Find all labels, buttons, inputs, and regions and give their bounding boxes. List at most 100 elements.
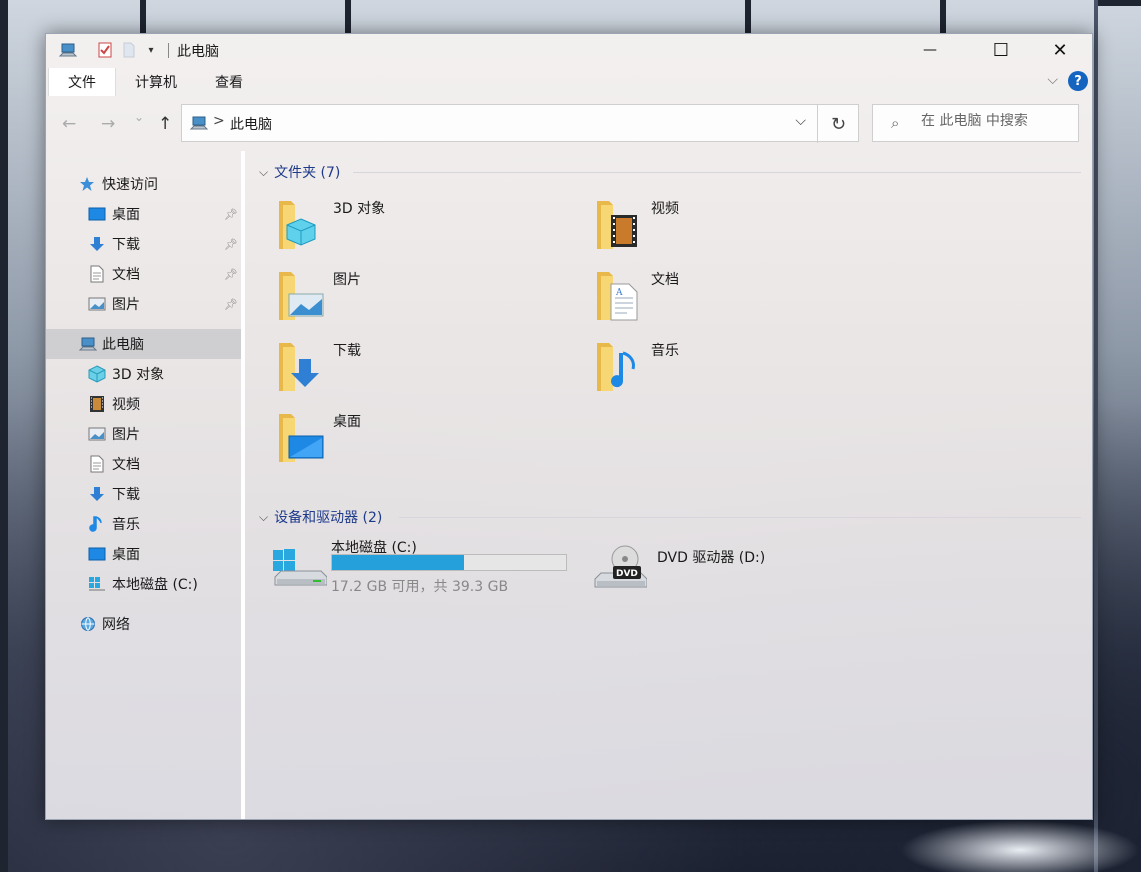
pin-icon[interactable]: 📌︎ (224, 298, 238, 311)
sidebar-item-label: 音乐 (112, 517, 140, 533)
sidebar-item-3d-objects[interactable]: 3D 对象 (46, 359, 241, 389)
folder-item-desktop[interactable]: 桌面 (277, 408, 577, 472)
pin-icon[interactable]: 📌︎ (224, 238, 238, 251)
sidebar-item-desktop[interactable]: 桌面 (46, 539, 241, 569)
sidebar-item-downloads[interactable]: 下载 📌︎ (46, 229, 241, 259)
sidebar-item-pictures[interactable]: 图片 📌︎ (46, 289, 241, 319)
desktop-icon (88, 547, 106, 563)
expand-ribbon-chevron-icon[interactable]: ⌵ (1047, 72, 1058, 88)
picture-icon (88, 427, 106, 443)
download-icon (88, 236, 106, 252)
sidebar-item-music[interactable]: 音乐 (46, 509, 241, 539)
folder-item-pictures[interactable]: 图片 (277, 266, 577, 330)
wallpaper-frame (1094, 0, 1098, 872)
folder-label: 桌面 (333, 414, 361, 430)
local-disk-icon (88, 576, 106, 592)
sidebar-item-quick-access[interactable]: 快速访问 (46, 169, 241, 199)
sidebar-item-label: 图片 (112, 427, 140, 443)
folder-label: 音乐 (651, 343, 679, 359)
folder-item-documents[interactable]: A 文档 (595, 266, 895, 330)
this-pc-title-icon[interactable] (58, 41, 78, 59)
wallpaper-frame (140, 0, 146, 35)
address-history-dropdown-icon[interactable]: ⌵ (795, 113, 806, 129)
sidebar-item-videos[interactable]: 视频 (46, 389, 241, 419)
navigation-pane: 快速访问 桌面 📌︎ 下载 📌︎ 文档 📌︎ 图片 📌︎ 此电脑 3D 对象 视… (46, 151, 241, 819)
ribbon-tabs: 文件 计算机 查看 (46, 68, 1092, 96)
properties-quick-icon[interactable] (96, 41, 114, 59)
address-bar[interactable]: > 此电脑 ⌵ ↻ (181, 104, 859, 143)
sidebar-item-downloads[interactable]: 下载 (46, 479, 241, 509)
new-folder-quick-icon[interactable] (122, 41, 136, 59)
recent-locations-dropdown[interactable]: ⌄ (134, 110, 144, 124)
folder-item-downloads[interactable]: 下载 (277, 337, 577, 401)
music-icon (89, 515, 107, 532)
tab-computer[interactable]: 计算机 (123, 68, 189, 96)
sidebar-item-label: 桌面 (112, 547, 140, 563)
help-icon[interactable]: ? (1068, 71, 1088, 91)
tab-view[interactable]: 查看 (203, 68, 255, 96)
drive-usage-fill (332, 555, 464, 570)
devices-group-header[interactable]: ⌵ 设备和驱动器 (2) (259, 506, 382, 528)
minimize-button[interactable]: — (907, 34, 953, 66)
video-icon (89, 395, 107, 412)
forward-button[interactable]: → (101, 114, 115, 134)
content-pane: ⌵ 文件夹 (7) 3D 对象 图片 下载 桌面 视频 A 文档 音乐 ⌵ 设备… (251, 151, 1086, 819)
group-collapse-chevron-icon[interactable]: ⌵ (259, 165, 268, 180)
sidebar-item-label: 图片 (112, 297, 140, 313)
download-icon (88, 486, 106, 502)
up-button[interactable]: ↑ (158, 114, 172, 134)
sidebar-item-this-pc[interactable]: 此电脑 (46, 329, 241, 359)
drive-item-c[interactable]: 本地磁盘 (C:) 17.2 GB 可用，共 39.3 GB (271, 535, 581, 599)
file-explorer-window: ▾ 此电脑 — ☐ ✕ 文件 计算机 查看 ⌵ ? ← → ⌄ ↑ > 此电脑 … (45, 33, 1093, 820)
wallpaper-frame (1094, 0, 1141, 6)
sidebar-item-pictures[interactable]: 图片 (46, 419, 241, 449)
folders-group-header[interactable]: ⌵ 文件夹 (7) (259, 161, 340, 183)
pin-icon[interactable]: 📌︎ (224, 268, 238, 281)
windows-drive-icon (271, 549, 328, 589)
sidebar-item-network[interactable]: 网络 (46, 609, 241, 639)
search-box[interactable]: ⌕ (872, 104, 1079, 142)
devices-group-title: 设备和驱动器 (2) (274, 510, 383, 526)
wallpaper-frame (345, 0, 351, 35)
refresh-button[interactable]: ↻ (817, 105, 859, 143)
sidebar-item-local-disk[interactable]: 本地磁盘 (C:) (46, 569, 241, 599)
navigation-pane-scrollbar[interactable] (241, 151, 245, 819)
close-button[interactable]: ✕ (1037, 34, 1083, 66)
sidebar-item-label: 3D 对象 (112, 367, 165, 383)
wallpaper-frame (940, 0, 946, 35)
sidebar-item-label: 网络 (102, 617, 130, 633)
document-icon (89, 455, 107, 473)
folder-label: 视频 (651, 201, 679, 217)
group-divider (353, 172, 1081, 173)
group-collapse-chevron-icon[interactable]: ⌵ (259, 510, 268, 525)
folder-item-3d-objects[interactable]: 3D 对象 (277, 195, 577, 259)
folder-label: 文档 (651, 272, 679, 288)
sidebar-item-label: 文档 (112, 457, 140, 473)
video-folder-icon (595, 197, 643, 249)
star-icon (79, 176, 97, 192)
tab-file[interactable]: 文件 (48, 68, 116, 96)
folder-label: 图片 (333, 272, 361, 288)
search-input[interactable] (921, 113, 1071, 129)
group-divider (399, 517, 1081, 518)
sidebar-item-label: 视频 (112, 397, 140, 413)
drive-usage-bar (331, 554, 567, 571)
folder-item-music[interactable]: 音乐 (595, 337, 895, 401)
pin-icon[interactable]: 📌︎ (224, 208, 238, 221)
3d-objects-icon (88, 365, 106, 383)
navigation-bar: ← → ⌄ ↑ > 此电脑 ⌵ ↻ ⌕ (46, 104, 1092, 144)
sidebar-item-label: 文档 (112, 267, 140, 283)
desktop-folder-icon (277, 410, 325, 462)
drive-item-dvd[interactable]: DVD DVD 驱动器 (D:) (591, 535, 891, 599)
sidebar-item-desktop[interactable]: 桌面 📌︎ (46, 199, 241, 229)
back-button[interactable]: ← (62, 114, 76, 134)
this-pc-address-icon (189, 116, 209, 134)
folder-item-videos[interactable]: 视频 (595, 195, 895, 259)
address-path[interactable]: 此电脑 (230, 114, 272, 134)
customize-quick-access-dropdown[interactable]: ▾ (144, 41, 158, 59)
sidebar-item-documents[interactable]: 文档 (46, 449, 241, 479)
address-separator-chevron-icon[interactable]: > (213, 113, 225, 129)
maximize-button[interactable]: ☐ (978, 34, 1024, 66)
title-separator (168, 43, 169, 58)
sidebar-item-documents[interactable]: 文档 📌︎ (46, 259, 241, 289)
